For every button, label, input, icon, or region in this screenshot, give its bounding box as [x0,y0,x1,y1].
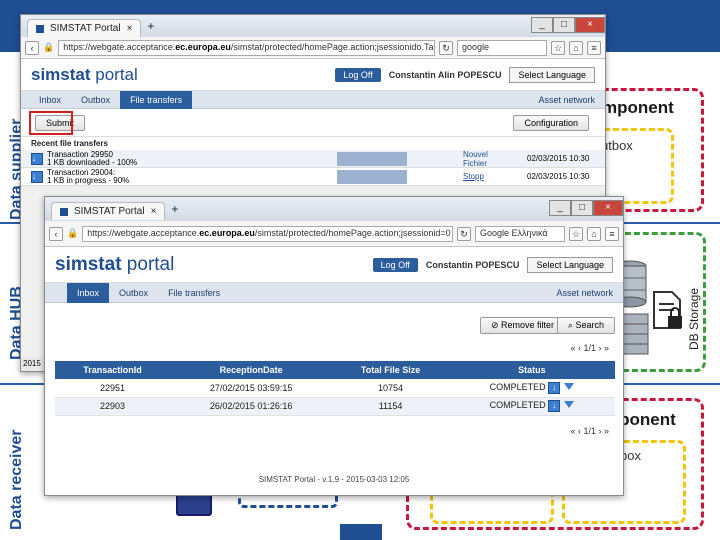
nav-inbox[interactable]: Inbox [67,282,110,303]
language-select[interactable]: Select Language [509,66,595,83]
lock-icon: 🔒 [67,228,79,238]
configuration-button[interactable]: Configuration [513,115,589,131]
portal-footer: SIMSTAT Portal - v.1.9 - 2015-03-03 12:0… [45,469,623,495]
pager-bottom[interactable]: « ‹ 1/1 › » [45,426,623,436]
minimize-button[interactable]: _ [549,200,571,216]
transfer-row: ↓ Transaction 29004: 1 KB in progress - 9… [21,168,605,186]
search-field[interactable]: Google Ελληνικά [475,225,565,242]
nav-file-transfers[interactable]: File transfers [120,90,193,109]
table-row[interactable]: 22903 26/02/2015 01:26:16 11154 COMPLETE… [55,397,615,416]
pager-top[interactable]: « ‹ 1/1 › » [45,343,623,357]
db-storage-label: DB Storage [687,287,701,350]
portal-header: simstat portal Log Off Constantin Alin P… [21,59,605,91]
submit-row: Submit Configuration [21,109,605,137]
back-icon[interactable]: ‹ [25,40,39,55]
menu-icon[interactable]: ≡ [587,40,601,55]
browser-tab[interactable]: SIMSTAT Portal × [51,202,166,220]
portal-nav: Inbox Outbox File transfers Asset networ… [45,282,623,303]
window-titlebar: SIMSTAT Portal × + _ □ × [45,197,623,221]
logout-button[interactable]: Log Off [372,257,418,272]
reload-icon[interactable]: ↻ [457,226,471,241]
transfer-progress [337,151,407,166]
expand-arrow-icon[interactable] [564,382,575,390]
download-icon[interactable]: ↓ [31,170,43,183]
home-icon[interactable]: ⌂ [569,40,583,55]
window-titlebar: SIMSTAT Portal × + _ □ × [21,15,605,37]
document-lock-icon [652,290,684,332]
download-icon[interactable]: ↓ [548,381,561,394]
recent-transfers-label: Recent file transfers [21,137,605,150]
transfer-row: ↓ Transaction 29950 1 KB downloaded - 100… [21,150,605,168]
home-icon[interactable]: ⌂ [587,226,601,241]
col-transaction-id[interactable]: TransactionId [55,361,170,379]
window-controls: _ □ × [549,200,623,218]
nav-asset-network[interactable]: Asset network [546,284,623,302]
inbox-table: TransactionId ReceptionDate Total File S… [55,361,615,416]
tab-close-icon[interactable]: × [151,206,157,217]
download-icon[interactable]: ↓ [31,152,43,165]
col-total-file-size[interactable]: Total File Size [332,361,449,379]
tab-favicon-icon [36,24,44,33]
filter-icon: ⊘ [490,320,501,330]
minimize-button[interactable]: _ [531,17,553,33]
close-window-button[interactable]: × [575,17,605,33]
supplier-component-title: mponent [602,98,674,117]
close-window-button[interactable]: × [593,200,623,216]
menu-icon[interactable]: ≡ [605,226,619,241]
lock-icon: 🔒 [43,42,55,52]
col-reception-date[interactable]: ReceptionDate [169,361,333,379]
search-field[interactable]: google [457,39,547,56]
address-toolbar: ‹ 🔒 https://webgate.acceptance.ec.europa… [45,221,623,247]
new-tab-icon[interactable]: + [171,202,178,216]
table-row[interactable]: 22951 27/02/2015 03:59:15 10754 COMPLETE… [55,379,615,398]
maximize-button[interactable]: □ [571,200,593,216]
transfers-list: ↓ Transaction 29950 1 KB downloaded - 100… [21,150,605,186]
filter-row: ⊘ Remove filter ⌕ Search [45,303,623,343]
nav-inbox[interactable]: Inbox [29,91,71,109]
portal-logo: simstat portal [31,64,138,84]
remove-filter-button[interactable]: ⊘ Remove filter [479,317,565,334]
url-field[interactable]: https://webgate.acceptance.ec.europa.eu/… [82,225,453,242]
nav-asset-network[interactable]: Asset network [528,91,605,109]
col-status[interactable]: Status [448,361,615,379]
maximize-button[interactable]: □ [553,17,575,33]
expand-arrow-icon[interactable] [564,401,575,408]
transfer-progress [337,169,407,184]
nav-outbox[interactable]: Outbox [109,284,158,302]
new-tab-icon[interactable]: + [147,19,154,33]
browser-tab[interactable]: SIMSTAT Portal × [27,19,142,37]
bookmark-star-icon[interactable]: ☆ [551,40,565,55]
browser-window-receiver: SIMSTAT Portal × + _ □ × ‹ 🔒 https://web… [44,196,624,496]
lane-label-receiver: Data receiver [8,429,25,530]
user-name: Constantin Alin POPESCU [388,69,502,80]
url-field[interactable]: https://webgate.acceptance.ec.europa.eu/… [58,39,435,56]
portal-nav: Inbox Outbox File transfers Asset networ… [21,90,605,109]
inbox-content: ⊘ Remove filter ⌕ Search « ‹ 1/1 › » Tra… [45,303,623,469]
tab-close-icon[interactable]: × [127,23,133,34]
portal-header: simstat portal Log Off Constantin POPESC… [45,247,623,283]
tab-favicon-icon [60,207,68,216]
nav-outbox[interactable]: Outbox [71,91,120,109]
search-button[interactable]: ⌕ Search [556,317,615,334]
back-icon[interactable]: ‹ [49,226,63,241]
download-icon[interactable]: ↓ [548,400,561,412]
window-controls: _ □ × [531,17,605,35]
bookmark-star-icon[interactable]: ☆ [569,226,583,241]
submit-highlight [29,111,73,135]
reload-icon[interactable]: ↻ [439,40,453,55]
portal-logo: simstat portal [55,253,175,275]
user-name: Constantin POPESCU [425,259,520,270]
slide: Data supplier Data HUB Data receiver mpo… [0,0,720,540]
language-select[interactable]: Select Language [527,256,613,273]
address-toolbar: ‹ 🔒 https://webgate.acceptance.ec.europa… [21,37,605,59]
nav-file-transfers[interactable]: File transfers [158,284,230,302]
logout-button[interactable]: Log Off [335,67,381,82]
footer-tab [340,524,382,540]
